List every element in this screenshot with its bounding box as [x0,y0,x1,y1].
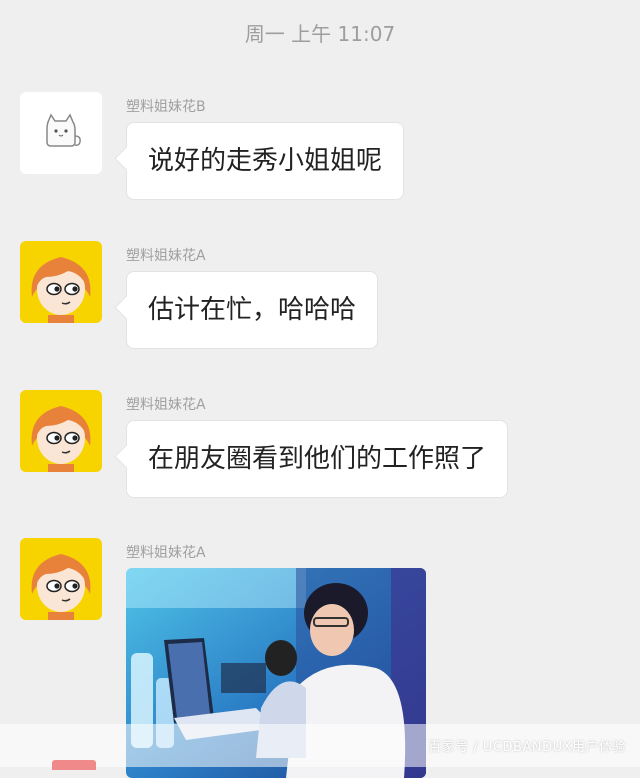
cat-icon [46,113,81,147]
avatar[interactable] [20,538,102,620]
sender-name: 塑料姐妹花A [126,545,206,561]
cartoon-girl-icon [31,406,91,472]
message-bubble[interactable]: 估计在忙，哈哈哈 [126,271,379,349]
avatar[interactable] [20,241,102,323]
avatar[interactable] [20,92,102,174]
next-avatar-peek [52,760,96,770]
watermark-text: 百家号 / UCDBANDUX用户体验 [428,740,626,755]
chat-timestamp: 周一 上午 11:07 [244,22,396,46]
avatar[interactable] [20,390,102,472]
cartoon-girl-icon [31,554,91,620]
message-bubble[interactable]: 说好的走秀小姐姐呢 [126,122,405,200]
message-bubble[interactable]: 在朋友圈看到他们的工作照了 [126,420,509,498]
sender-name: 塑料姐妹花A [126,248,206,264]
message-item: 塑料姐妹花B 说好的走秀小姐姐呢 [20,92,620,212]
sender-name: 塑料姐妹花B [126,99,206,115]
message-item: 塑料姐妹花A 在朋友圈看到他们的工作照了 [20,390,620,510]
message-item: 塑料姐妹花A 估计在忙，哈哈哈 [20,241,620,361]
sender-name: 塑料姐妹花A [126,397,206,413]
cartoon-girl-icon [31,257,91,323]
